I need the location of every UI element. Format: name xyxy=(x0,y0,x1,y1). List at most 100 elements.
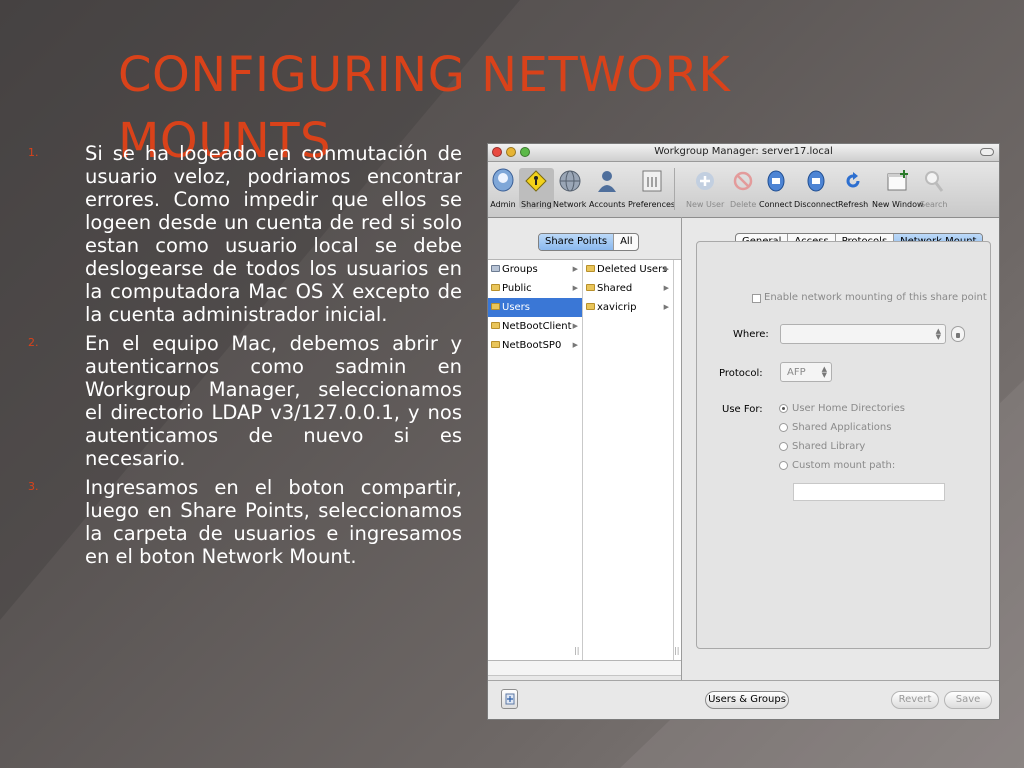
save-button[interactable]: Save xyxy=(944,691,992,709)
new-window-icon xyxy=(885,168,911,194)
toolbar-new-window-button[interactable]: New Window xyxy=(872,168,924,209)
toolbar-new-user-button[interactable]: New User xyxy=(686,168,724,209)
protocol-value: AFP xyxy=(787,367,806,378)
option-label: Shared Library xyxy=(792,441,866,452)
toolbar-delete-button[interactable]: Delete xyxy=(730,168,756,209)
column-browser: Groups ▶ Public ▶ Users NetBootClient ▶ Net… xyxy=(488,259,681,661)
folder-icon xyxy=(586,303,595,310)
enable-network-mount-checkbox[interactable] xyxy=(752,294,761,303)
list-item-label: Public xyxy=(502,283,532,294)
toolbar-label: Connect xyxy=(759,200,793,209)
list-item[interactable]: Users xyxy=(488,298,582,317)
chevron-right-icon: ▶ xyxy=(663,303,669,311)
network-mount-panel: Enable network mounting of this share po… xyxy=(696,241,991,649)
toolbar-sharing-button[interactable]: Sharing xyxy=(519,168,554,209)
toolbar-label: Disconnect xyxy=(794,200,839,209)
updown-arrows-icon: ▲ ▼ xyxy=(935,327,941,341)
chevron-right-icon: ▶ xyxy=(572,284,578,292)
toolbar-search-button[interactable]: Search xyxy=(920,168,947,209)
list-item: 3. Ingresamos en el boton compartir, lue… xyxy=(28,476,462,568)
chevron-right-icon: ▶ xyxy=(663,284,669,292)
network-icon xyxy=(557,168,583,194)
column-resize-handle[interactable]: || xyxy=(674,646,679,655)
list-item[interactable]: NetBootSP0 ▶ xyxy=(488,336,582,355)
list-number: 2. xyxy=(28,336,39,349)
workgroup-manager-window: Workgroup Manager: server17.local Admin … xyxy=(487,143,1000,720)
admin-icon xyxy=(490,168,516,194)
list-item[interactable]: Groups ▶ xyxy=(488,260,582,279)
accounts-icon xyxy=(594,168,620,194)
toolbar-refresh-button[interactable]: Refresh xyxy=(838,168,868,209)
radio-shared-library[interactable] xyxy=(779,442,788,451)
window-titlebar[interactable]: Workgroup Manager: server17.local xyxy=(488,144,999,162)
toolbar-label: Accounts xyxy=(589,200,626,209)
toolbar-label: New Window xyxy=(872,200,924,209)
toolbar-preferences-button[interactable]: Preferences xyxy=(628,168,675,209)
users-groups-button[interactable]: Users & Groups xyxy=(705,691,789,709)
toolbar-admin-button[interactable]: Admin xyxy=(490,168,516,209)
browser-column-1: Groups ▶ Public ▶ Users NetBootClient ▶ Net… xyxy=(488,260,583,660)
where-label: Where: xyxy=(733,329,769,340)
where-select[interactable]: ▲ ▼ xyxy=(780,324,946,344)
left-segmented-control: Share Points All xyxy=(538,233,640,251)
list-item-label: NetBootClient xyxy=(502,321,572,332)
chevron-right-icon: ▶ xyxy=(663,265,669,273)
lock-icon[interactable] xyxy=(951,326,965,342)
folder-icon xyxy=(586,265,595,272)
list-number: 1. xyxy=(28,146,39,159)
radio-user-home-directories[interactable] xyxy=(779,404,788,413)
list-item[interactable]: xavicrip ▶ xyxy=(583,298,673,317)
search-icon xyxy=(921,168,947,194)
window-body: Share Points All Groups ▶ Public ▶ Users N… xyxy=(488,217,999,719)
folder-icon xyxy=(491,303,500,310)
horizontal-scrollbar[interactable] xyxy=(488,661,681,676)
list-text: Si se ha logeado en conmutación de usuar… xyxy=(85,142,462,326)
list-item-label: Shared xyxy=(597,283,633,294)
use-for-label: Use For: xyxy=(722,404,763,415)
list-text: En el equipo Mac, debemos abrir y autent… xyxy=(85,332,462,470)
toolbar-accounts-button[interactable]: Accounts xyxy=(589,168,625,209)
toolbar-label: New User xyxy=(686,200,725,209)
column-resize-handle[interactable]: || xyxy=(574,646,579,655)
enable-network-mount-label: Enable network mounting of this share po… xyxy=(764,292,987,303)
bottom-bar: Users & Groups Revert Save xyxy=(488,680,999,719)
custom-mount-path-input[interactable] xyxy=(793,483,945,501)
refresh-icon xyxy=(840,168,866,194)
list-item: 2. En el equipo Mac, debemos abrir y aut… xyxy=(28,332,462,470)
browser-column-2: Deleted Users ▶ Shared ▶ xavicrip ▶ xyxy=(583,260,674,660)
radio-shared-applications[interactable] xyxy=(779,423,788,432)
tab-share-points[interactable]: Share Points xyxy=(539,234,615,250)
window-title: Workgroup Manager: server17.local xyxy=(654,146,833,157)
revert-button[interactable]: Revert xyxy=(891,691,939,709)
list-item-label: xavicrip xyxy=(597,302,637,313)
new-user-icon xyxy=(692,168,718,194)
connect-icon xyxy=(763,168,789,194)
list-item[interactable]: Deleted Users ▶ xyxy=(583,260,673,279)
protocol-select[interactable]: AFP ▲ ▼ xyxy=(780,362,832,382)
list-item[interactable]: Public ▶ xyxy=(488,279,582,298)
chevron-right-icon: ▶ xyxy=(572,341,578,349)
list-item[interactable]: NetBootClient ▶ xyxy=(488,317,582,336)
list-item-label: Deleted Users xyxy=(597,264,668,275)
toolbar-toggle-button[interactable] xyxy=(980,148,994,156)
tab-all[interactable]: All xyxy=(614,234,638,250)
folder-icon xyxy=(491,284,500,291)
toolbar-label: Sharing xyxy=(521,200,552,209)
add-share-point-button[interactable] xyxy=(501,689,518,709)
toolbar-disconnect-button[interactable]: Disconnect xyxy=(794,168,838,209)
preferences-icon xyxy=(639,168,665,194)
toolbar: Admin Sharing Network Accounts Preferenc… xyxy=(488,162,999,218)
toolbar-label: Refresh xyxy=(838,200,869,209)
toolbar-label: Network xyxy=(553,200,587,209)
toolbar-connect-button[interactable]: Connect xyxy=(759,168,792,209)
list-item-label: NetBootSP0 xyxy=(502,340,562,351)
radio-custom-mount-path[interactable] xyxy=(779,461,788,470)
toolbar-separator xyxy=(674,168,675,210)
protocol-label: Protocol: xyxy=(719,368,763,379)
settings-pane: General Access Protocols Network Mount E… xyxy=(682,217,999,719)
sharing-icon xyxy=(523,168,549,194)
document-icon xyxy=(505,693,515,705)
list-item[interactable]: Shared ▶ xyxy=(583,279,673,298)
option-label: User Home Directories xyxy=(792,403,905,414)
toolbar-network-button[interactable]: Network xyxy=(553,168,586,209)
